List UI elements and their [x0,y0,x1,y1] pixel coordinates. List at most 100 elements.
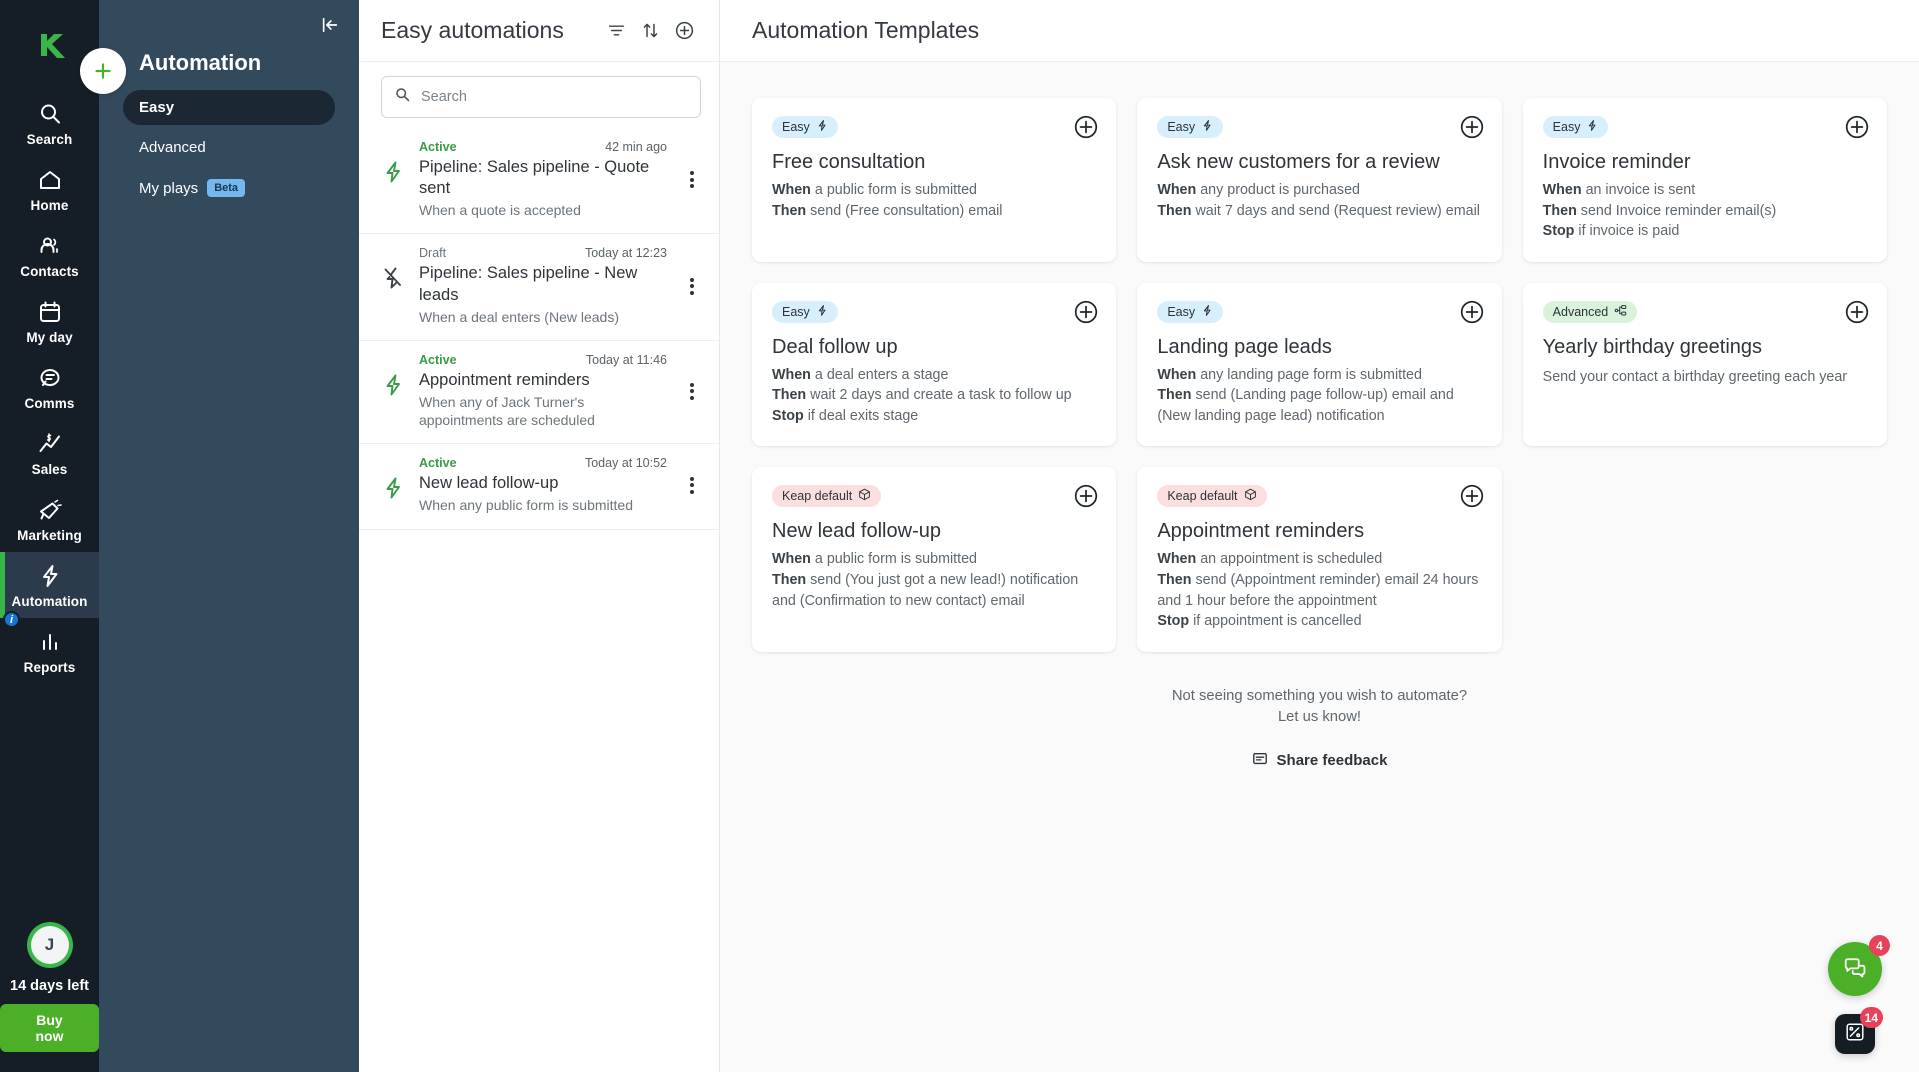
lightning-icon [816,304,828,320]
collapse-panel-icon[interactable] [319,14,341,36]
sidebar-item-my-day[interactable]: My day [0,288,99,354]
rule-key: Then [772,387,807,404]
add-template-button[interactable] [1844,114,1870,140]
chat-launcher-button[interactable]: 4 [1828,935,1890,996]
global-add-button[interactable] [80,48,126,94]
search-input[interactable] [421,89,688,105]
template-rules: When a public form is submitted Then sen… [772,180,1096,221]
sidebar-item-comms[interactable]: Comms [0,354,99,420]
template-name: New lead follow-up [772,520,941,543]
sort-icon[interactable] [633,14,667,48]
add-template-button[interactable] [1459,299,1485,325]
more-options-icon[interactable] [679,169,705,191]
template-card[interactable]: Easy Landing page leads When any landing… [1137,282,1502,447]
more-options-icon[interactable] [679,275,705,297]
sidebar-item-automation[interactable]: Automation [0,552,99,618]
rule-text: send (Free consultation) email [810,202,1003,219]
template-rule: Stop if deal exits stage [772,406,1096,427]
list-item[interactable]: Active Today at 10:52 New lead follow-up… [359,444,719,530]
more-options-icon[interactable] [679,380,705,402]
template-rule: Then send (Free consultation) email [772,201,1096,222]
template-rule: Stop if appointment is cancelled [1157,611,1481,632]
sidebar-item-label: Automation [11,594,88,609]
primary-nav-rail: Search Home Contacts My day Comms Sales … [0,0,126,1072]
buy-now-button[interactable]: Buy now [0,1004,99,1052]
sidebar-item-label: Search [26,132,73,147]
chat-bubble-icon [1842,954,1868,985]
rule-text: send (Appointment reminder) email 24 hou… [1157,572,1479,609]
automation-name: Pipeline: Sales pipeline - New leads [419,264,638,304]
lightning-icon [381,456,407,514]
filter-icon[interactable] [599,14,633,48]
rule-text: send Invoice reminder email(s) [1580,202,1777,219]
template-card[interactable]: Easy Invoice reminder When an invoice is… [1522,98,1887,262]
subnav-item-advanced[interactable]: Advanced [123,130,335,165]
template-card[interactable]: Keap default Appointment reminders When … [1137,467,1502,652]
rule-text: a public form is submitted [814,551,978,568]
calendar-icon [37,299,63,325]
list-item[interactable]: Active Today at 11:46 Appointment remind… [359,341,719,445]
flowchart-icon [1614,304,1627,320]
subnav-item-my-plays[interactable]: My plays Beta [123,170,335,206]
templates-title: Automation Templates [752,17,980,43]
add-template-button[interactable] [1073,483,1099,509]
template-name: Free consultation [772,151,926,173]
template-card[interactable]: Easy Ask new customers for a review When… [1137,98,1502,262]
template-name: Yearly birthday greetings [1542,335,1763,358]
add-template-button[interactable] [1459,483,1485,509]
share-feedback-button[interactable]: Share feedback [1252,751,1387,771]
sidebar-item-contacts[interactable]: Contacts [0,222,99,288]
sidebar-item-label: Comms [24,396,75,411]
rule-key: When [1157,182,1197,198]
avatar[interactable]: J [26,922,73,968]
add-template-button[interactable] [1073,114,1099,140]
rail-items: Search Home Contacts My day Comms Sales … [0,90,99,684]
template-rule: Then send (Appointment reminder) email 2… [1157,570,1481,611]
template-badge-label: Keap default [1167,489,1238,504]
template-rules: When a deal enters a stage Then wait 2 d… [772,365,1096,427]
easy-automations-panel: Easy automations Search Active 42 min ag… [359,0,720,1072]
rule-key: Stop [1542,223,1575,240]
keap-logo-icon[interactable] [33,30,67,64]
automation-trigger: When a deal enters (New leads) [419,308,619,325]
list-item[interactable]: Draft Today at 12:23 Pipeline: Sales pip… [359,234,719,341]
sidebar-item-home[interactable]: Home [0,156,99,222]
lightning-icon [1201,119,1213,135]
template-rule: When an invoice is sent [1543,180,1867,201]
list-item-body: Draft Today at 12:23 Pipeline: Sales pip… [419,246,667,325]
beta-badge: Beta [207,179,246,198]
info-badge-icon[interactable]: i [3,611,20,628]
template-card[interactable]: Easy Deal follow up When a deal enters a… [752,282,1117,447]
list-item[interactable]: Active 42 min ago Pipeline: Sales pipeli… [359,128,719,235]
rule-text: send (You just got a new lead!) notifica… [772,572,1079,609]
automation-name: New lead follow-up [419,474,559,493]
sidebar-item-search[interactable]: Search [0,90,99,156]
templates-scroll-area: Easy Free consultation When a public for… [720,62,1919,1072]
template-card[interactable]: Advanced Yearly birthday greetings Send … [1522,282,1887,447]
add-automation-button[interactable] [667,14,701,48]
avatar-initial: J [30,926,69,964]
add-template-button[interactable] [1459,114,1485,140]
subnav-item-label: Easy [139,99,175,116]
subnav-item-easy[interactable]: Easy [123,90,335,125]
search-box[interactable] [381,76,701,118]
lightning-icon [816,119,828,135]
rule-text: if invoice is paid [1578,223,1680,240]
templates-header: Automation Templates [720,0,1919,62]
template-badge-label: Easy [782,304,810,319]
automation-name: Appointment reminders [419,370,590,389]
sidebar-item-marketing[interactable]: Marketing [0,486,99,552]
sidebar-item-reports[interactable]: i Reports [0,611,99,684]
template-rule: Then wait 2 days and create a task to fo… [772,385,1096,406]
template-card[interactable]: Easy Free consultation When a public for… [752,98,1117,262]
subnav-item-label: My plays [139,179,199,197]
tools-launcher-button[interactable]: 14 [1835,1007,1883,1054]
more-options-icon[interactable] [679,474,705,496]
template-card[interactable]: Keap default New lead follow-up When a p… [752,467,1117,652]
add-template-button[interactable] [1844,299,1870,325]
add-template-button[interactable] [1073,299,1099,325]
template-rule: When a deal enters a stage [772,365,1096,386]
automation-subnav: Automation Easy Advanced My plays Beta [99,0,359,1072]
sidebar-item-label: Contacts [20,264,79,279]
sidebar-item-sales[interactable]: Sales [0,420,99,486]
